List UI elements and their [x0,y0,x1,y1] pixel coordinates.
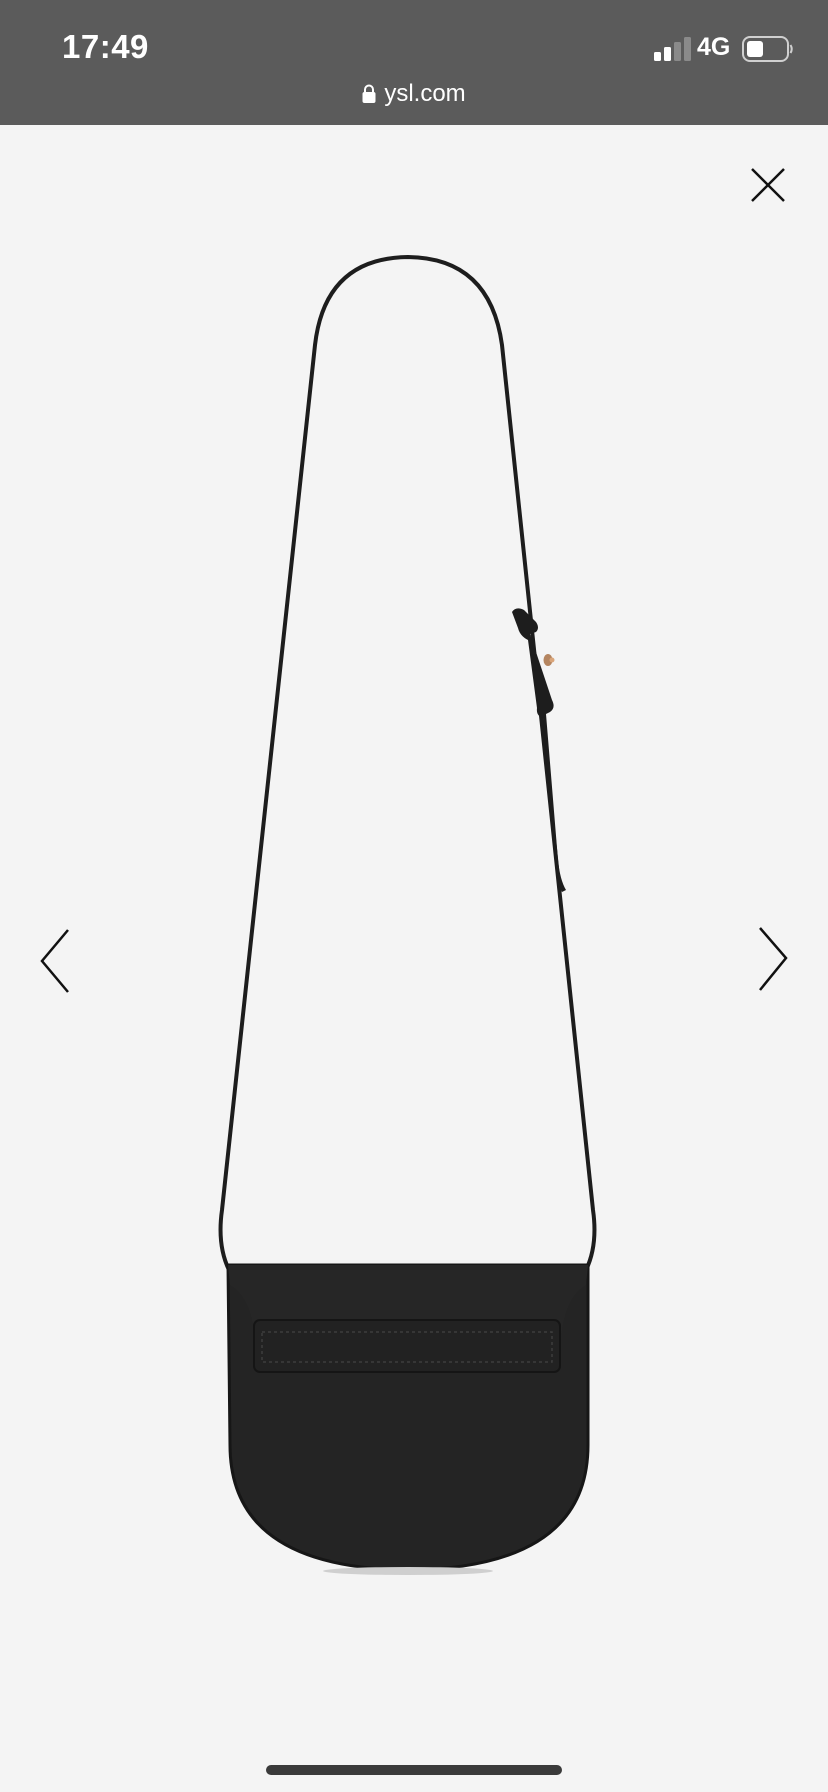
network-type: 4G [697,33,731,61]
home-indicator[interactable] [266,1765,562,1775]
url-text: ysl.com [384,80,466,107]
status-bar: 17:49 4G ysl.com [0,0,828,125]
signal-strength-icon [654,37,691,61]
address-bar[interactable]: ysl.com [0,80,828,108]
close-icon[interactable] [744,161,792,209]
status-time: 17:49 [62,28,149,65]
chevron-left-icon[interactable] [30,920,80,1000]
chevron-right-icon[interactable] [748,920,798,1000]
battery-icon [742,36,793,62]
product-image [218,255,597,1575]
lock-icon [362,84,376,103]
